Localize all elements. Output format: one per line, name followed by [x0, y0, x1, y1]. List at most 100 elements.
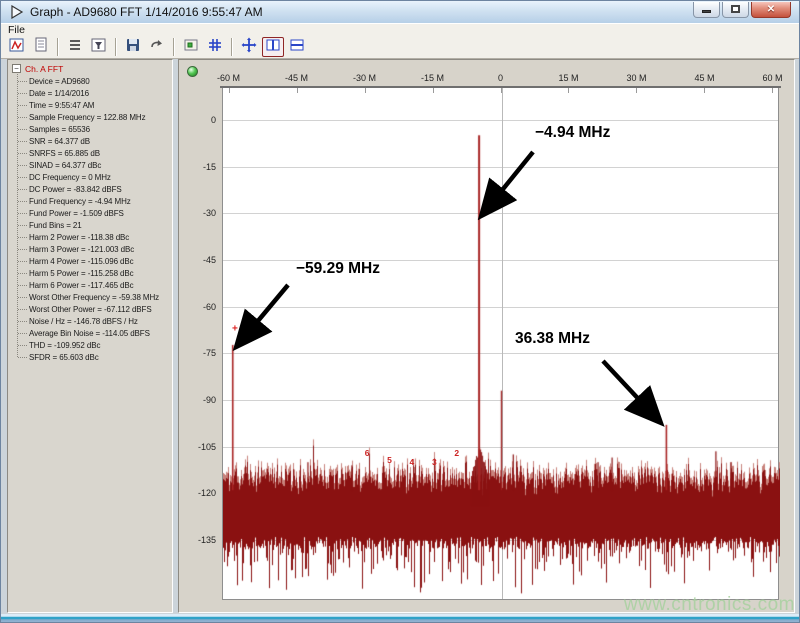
tree-item[interactable]: Harm 5 Power = -115.258 dBc	[18, 267, 134, 279]
tree-item-label: Noise / Hz = -146.78 dBFS / Hz	[29, 317, 138, 326]
x-axis-tick-label: 15 M	[546, 73, 590, 83]
tree-branch-line	[18, 345, 27, 346]
tree-item[interactable]: Fund Bins = 21	[18, 219, 82, 231]
tree-branch-line	[18, 177, 27, 178]
tree-branch-line	[18, 129, 27, 130]
tree-item[interactable]: SFDR = 65.603 dBc	[18, 351, 99, 363]
tree-branch-line	[18, 93, 27, 94]
plot-panel: 23456+−4.94 MHz−59.29 MHz36.38 MHz -60 M…	[178, 59, 795, 613]
save-icon	[125, 37, 141, 58]
report-button[interactable]	[30, 37, 52, 57]
menu-bar: File	[1, 23, 799, 36]
tree-item-label: Harm 2 Power = -118.38 dBc	[29, 233, 129, 242]
harmonic-marker: 5	[387, 455, 392, 465]
x-axis-tick-label: 30 M	[614, 73, 658, 83]
x-axis-tick-label: -60 M	[207, 73, 251, 83]
tree-item[interactable]: Sample Frequency = 122.88 MHz	[18, 111, 146, 123]
tree-branch-line	[18, 321, 27, 322]
tree-item-label: Fund Bins = 21	[29, 221, 82, 230]
tree-item[interactable]: SNR = 64.377 dB	[18, 135, 90, 147]
legend-icon	[183, 37, 199, 58]
y-axis-tick-label: -30	[184, 208, 216, 218]
harmonic-marker: 2	[454, 448, 459, 458]
tree-branch-line	[18, 237, 27, 238]
frequency-annotation: −59.29 MHz	[296, 260, 380, 278]
tree-item[interactable]: Worst Other Power = -67.112 dBFS	[18, 303, 152, 315]
tree-item[interactable]: SNRFS = 65.885 dB	[18, 147, 100, 159]
list-icon	[67, 37, 83, 58]
minimize-button[interactable]	[693, 2, 720, 18]
tree-item[interactable]: Fund Frequency = -4.94 MHz	[18, 195, 131, 207]
plot-settings-button[interactable]	[6, 37, 28, 57]
tree-item-label: Average Bin Noise = -114.05 dBFS	[29, 329, 150, 338]
tree-item[interactable]: DC Power = -83.842 dBFS	[18, 183, 122, 195]
tree-item-label: Date = 1/14/2016	[29, 89, 89, 98]
tree-item-label: SNR = 64.377 dB	[29, 137, 90, 146]
tree-item[interactable]: Time = 9:55:47 AM	[18, 99, 94, 111]
toolbar-separator	[173, 38, 175, 56]
status-led-icon	[187, 66, 198, 77]
tree-item[interactable]: Harm 2 Power = -118.38 dBc	[18, 231, 129, 243]
report-icon	[33, 37, 49, 58]
fft-spectrum-canvas[interactable]	[223, 88, 780, 600]
y-axis-tick-label: -90	[184, 395, 216, 405]
tree-item-label: Time = 9:55:47 AM	[29, 101, 94, 110]
zoom-fit-button[interactable]	[238, 37, 260, 57]
tree-item[interactable]: Harm 3 Power = -121.003 dBc	[18, 243, 134, 255]
tree-item[interactable]: Fund Power = -1.509 dBFS	[18, 207, 124, 219]
grid-button[interactable]	[204, 37, 226, 57]
tree-item[interactable]: Date = 1/14/2016	[18, 87, 89, 99]
tree-branch-line	[18, 297, 27, 298]
tree-branch-line	[18, 81, 27, 82]
filter-button[interactable]	[88, 37, 110, 57]
y-axis-tick-label: -60	[184, 302, 216, 312]
split-vertical-button[interactable]	[262, 37, 284, 57]
tree-item-label: THD = -109.952 dBc	[29, 341, 100, 350]
legend-button[interactable]	[180, 37, 202, 57]
tree-branch-line	[18, 201, 27, 202]
tree-branch-line	[18, 357, 27, 358]
x-axis-tick-label: 0	[479, 73, 523, 83]
y-axis-tick-label: 0	[184, 115, 216, 125]
fft-plot-area[interactable]: 23456+−4.94 MHz−59.29 MHz36.38 MHz	[222, 88, 779, 600]
y-axis-tick-label: -15	[184, 162, 216, 172]
tree-item-label: Harm 3 Power = -121.003 dBc	[29, 245, 134, 254]
tree-item-label: Worst Other Power = -67.112 dBFS	[29, 305, 152, 314]
tree-item[interactable]: Noise / Hz = -146.78 dBFS / Hz	[18, 315, 138, 327]
tree-item[interactable]: Harm 4 Power = -115.096 dBc	[18, 255, 134, 267]
tree-branch-line	[18, 141, 27, 142]
maximize-button[interactable]	[722, 2, 749, 18]
title-bar[interactable]: Graph - AD9680 FFT 1/14/2016 9:55:47 AM …	[1, 1, 799, 23]
app-icon	[10, 5, 24, 19]
tree-branch-line	[18, 117, 27, 118]
tree-item[interactable]: Samples = 65536	[18, 123, 90, 135]
tree-root-label[interactable]: Ch. A FFT	[25, 64, 63, 74]
tree-item-label: Worst Other Frequency = -59.38 MHz	[29, 293, 159, 302]
list-button[interactable]	[64, 37, 86, 57]
close-button[interactable]: ✕	[751, 2, 791, 18]
tree-item[interactable]: DC Frequency = 0 MHz	[18, 171, 111, 183]
tree-item[interactable]: SINAD = 64.377 dBc	[18, 159, 101, 171]
split-horizontal-button[interactable]	[286, 37, 308, 57]
tree-item-label: Harm 6 Power = -117.465 dBc	[29, 281, 134, 290]
tree-item[interactable]: Average Bin Noise = -114.05 dBFS	[18, 327, 150, 339]
tree-branch-line	[18, 249, 27, 250]
tree-branch-line	[18, 213, 27, 214]
toolbar-separator	[231, 38, 233, 56]
tree-item[interactable]: Worst Other Frequency = -59.38 MHz	[18, 291, 159, 303]
y-axis-tick-label: -105	[184, 442, 216, 452]
tree-item[interactable]: Harm 6 Power = -117.465 dBc	[18, 279, 134, 291]
tree-item-label: Fund Frequency = -4.94 MHz	[29, 197, 131, 206]
tree-item-label: Sample Frequency = 122.88 MHz	[29, 113, 146, 122]
split-horizontal-icon	[289, 37, 305, 58]
tree-branch-line	[18, 153, 27, 154]
save-button[interactable]	[122, 37, 144, 57]
menu-file[interactable]: File	[1, 24, 32, 36]
tree-collapse-toggle[interactable]: −	[12, 64, 21, 73]
close-icon: ✕	[767, 4, 775, 15]
app-window: Graph - AD9680 FFT 1/14/2016 9:55:47 AM …	[0, 0, 800, 623]
x-axis-tick-label: -30 M	[343, 73, 387, 83]
export-button[interactable]	[146, 37, 168, 57]
tree-item[interactable]: Device = AD9680	[18, 75, 90, 87]
tree-item[interactable]: THD = -109.952 dBc	[18, 339, 100, 351]
